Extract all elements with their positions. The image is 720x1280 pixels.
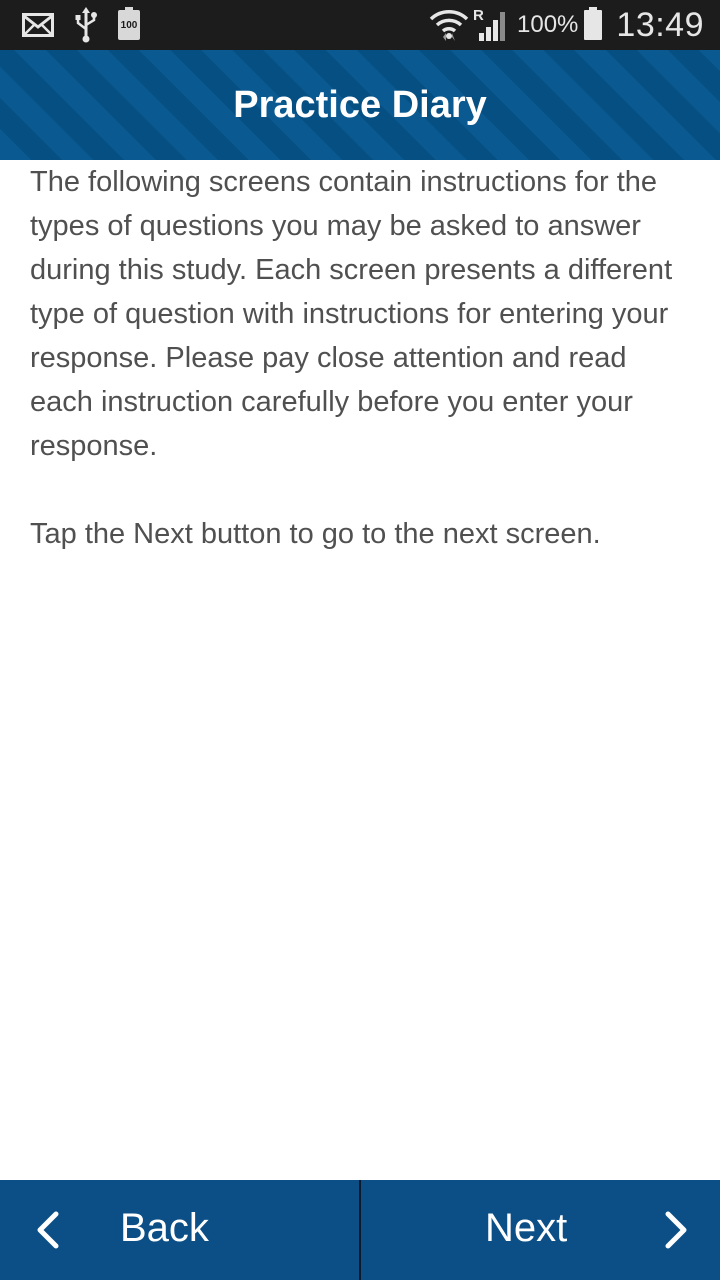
status-right-icons: R 100% 13:49 xyxy=(429,0,704,50)
back-button-label: Back xyxy=(120,1206,209,1250)
next-hint-paragraph: Tap the Next button to go to the next sc… xyxy=(30,518,601,550)
next-button-label: Next xyxy=(485,1206,568,1250)
battery-small-label: 100 xyxy=(120,19,138,31)
signal-roaming-icon: R xyxy=(473,7,507,43)
roaming-label: R xyxy=(473,7,484,24)
instructions-content: The following screens contain instructio… xyxy=(30,160,695,556)
battery-full-icon: 100 xyxy=(118,7,140,40)
clock: 13:49 xyxy=(616,5,704,44)
battery-percent: 100% xyxy=(517,11,579,38)
chevron-left-icon xyxy=(34,1210,62,1260)
bottom-nav: Back Next xyxy=(0,1180,720,1280)
battery-icon xyxy=(584,7,603,40)
app-header: Practice Diary xyxy=(0,50,720,160)
next-button[interactable]: Next xyxy=(361,1180,720,1280)
back-button[interactable]: Back xyxy=(0,1180,359,1280)
mail-icon xyxy=(22,13,54,37)
wifi-icon xyxy=(429,7,469,43)
chevron-right-icon xyxy=(662,1210,690,1260)
instructions-paragraph: The following screens contain instructio… xyxy=(30,166,673,462)
status-left-icons: 100 xyxy=(22,0,146,50)
usb-icon xyxy=(74,7,98,43)
page-title: Practice Diary xyxy=(233,83,487,126)
status-bar: 100 R 100% 13:49 xyxy=(0,0,720,50)
